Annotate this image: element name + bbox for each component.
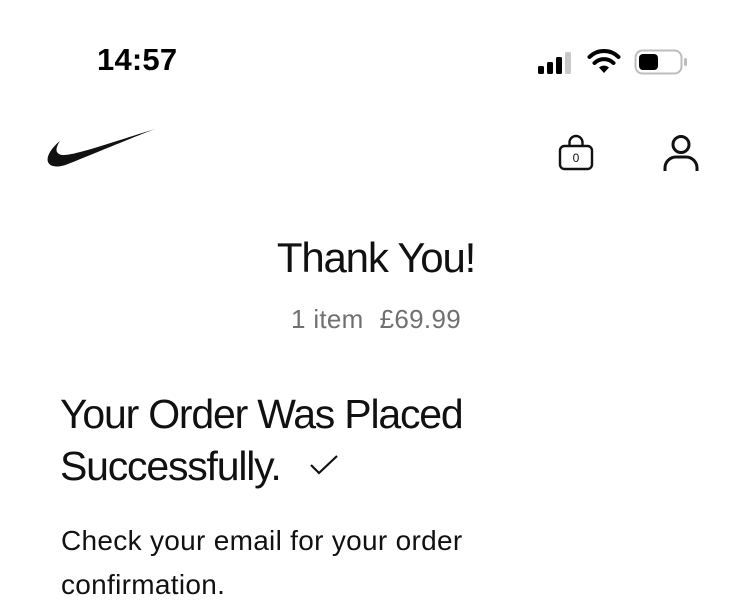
wifi-icon [587, 49, 621, 73]
profile-button[interactable] [659, 134, 703, 174]
order-heading-line2: Successfully. [60, 443, 282, 489]
shopping-bag-button[interactable]: 0 [555, 132, 597, 174]
status-icons [538, 46, 688, 78]
order-confirmation-screen: 14:57 0 Thank You! 1 item £69.99 Your Or… [0, 0, 752, 615]
order-heading-line2-wrap: Successfully. [60, 440, 700, 492]
profile-icon [663, 135, 699, 171]
item-count: 1 item [291, 304, 364, 334]
bag-count-badge: 0 [572, 151, 580, 165]
order-summary: 1 item £69.99 [0, 304, 752, 335]
order-success-heading: Your Order Was Placed Successfully. [60, 388, 700, 492]
confirmation-message: Check your email for your order confirma… [61, 525, 463, 600]
status-time: 14:57 [97, 42, 178, 77]
cellular-signal-icon [538, 52, 571, 74]
nike-swoosh-logo[interactable] [46, 126, 158, 170]
checkmark-icon [309, 455, 338, 475]
order-total: £69.99 [379, 304, 461, 334]
page-title: Thank You! [276, 234, 476, 281]
order-heading-line1: Your Order Was Placed [60, 391, 464, 437]
battery-icon [634, 49, 687, 75]
